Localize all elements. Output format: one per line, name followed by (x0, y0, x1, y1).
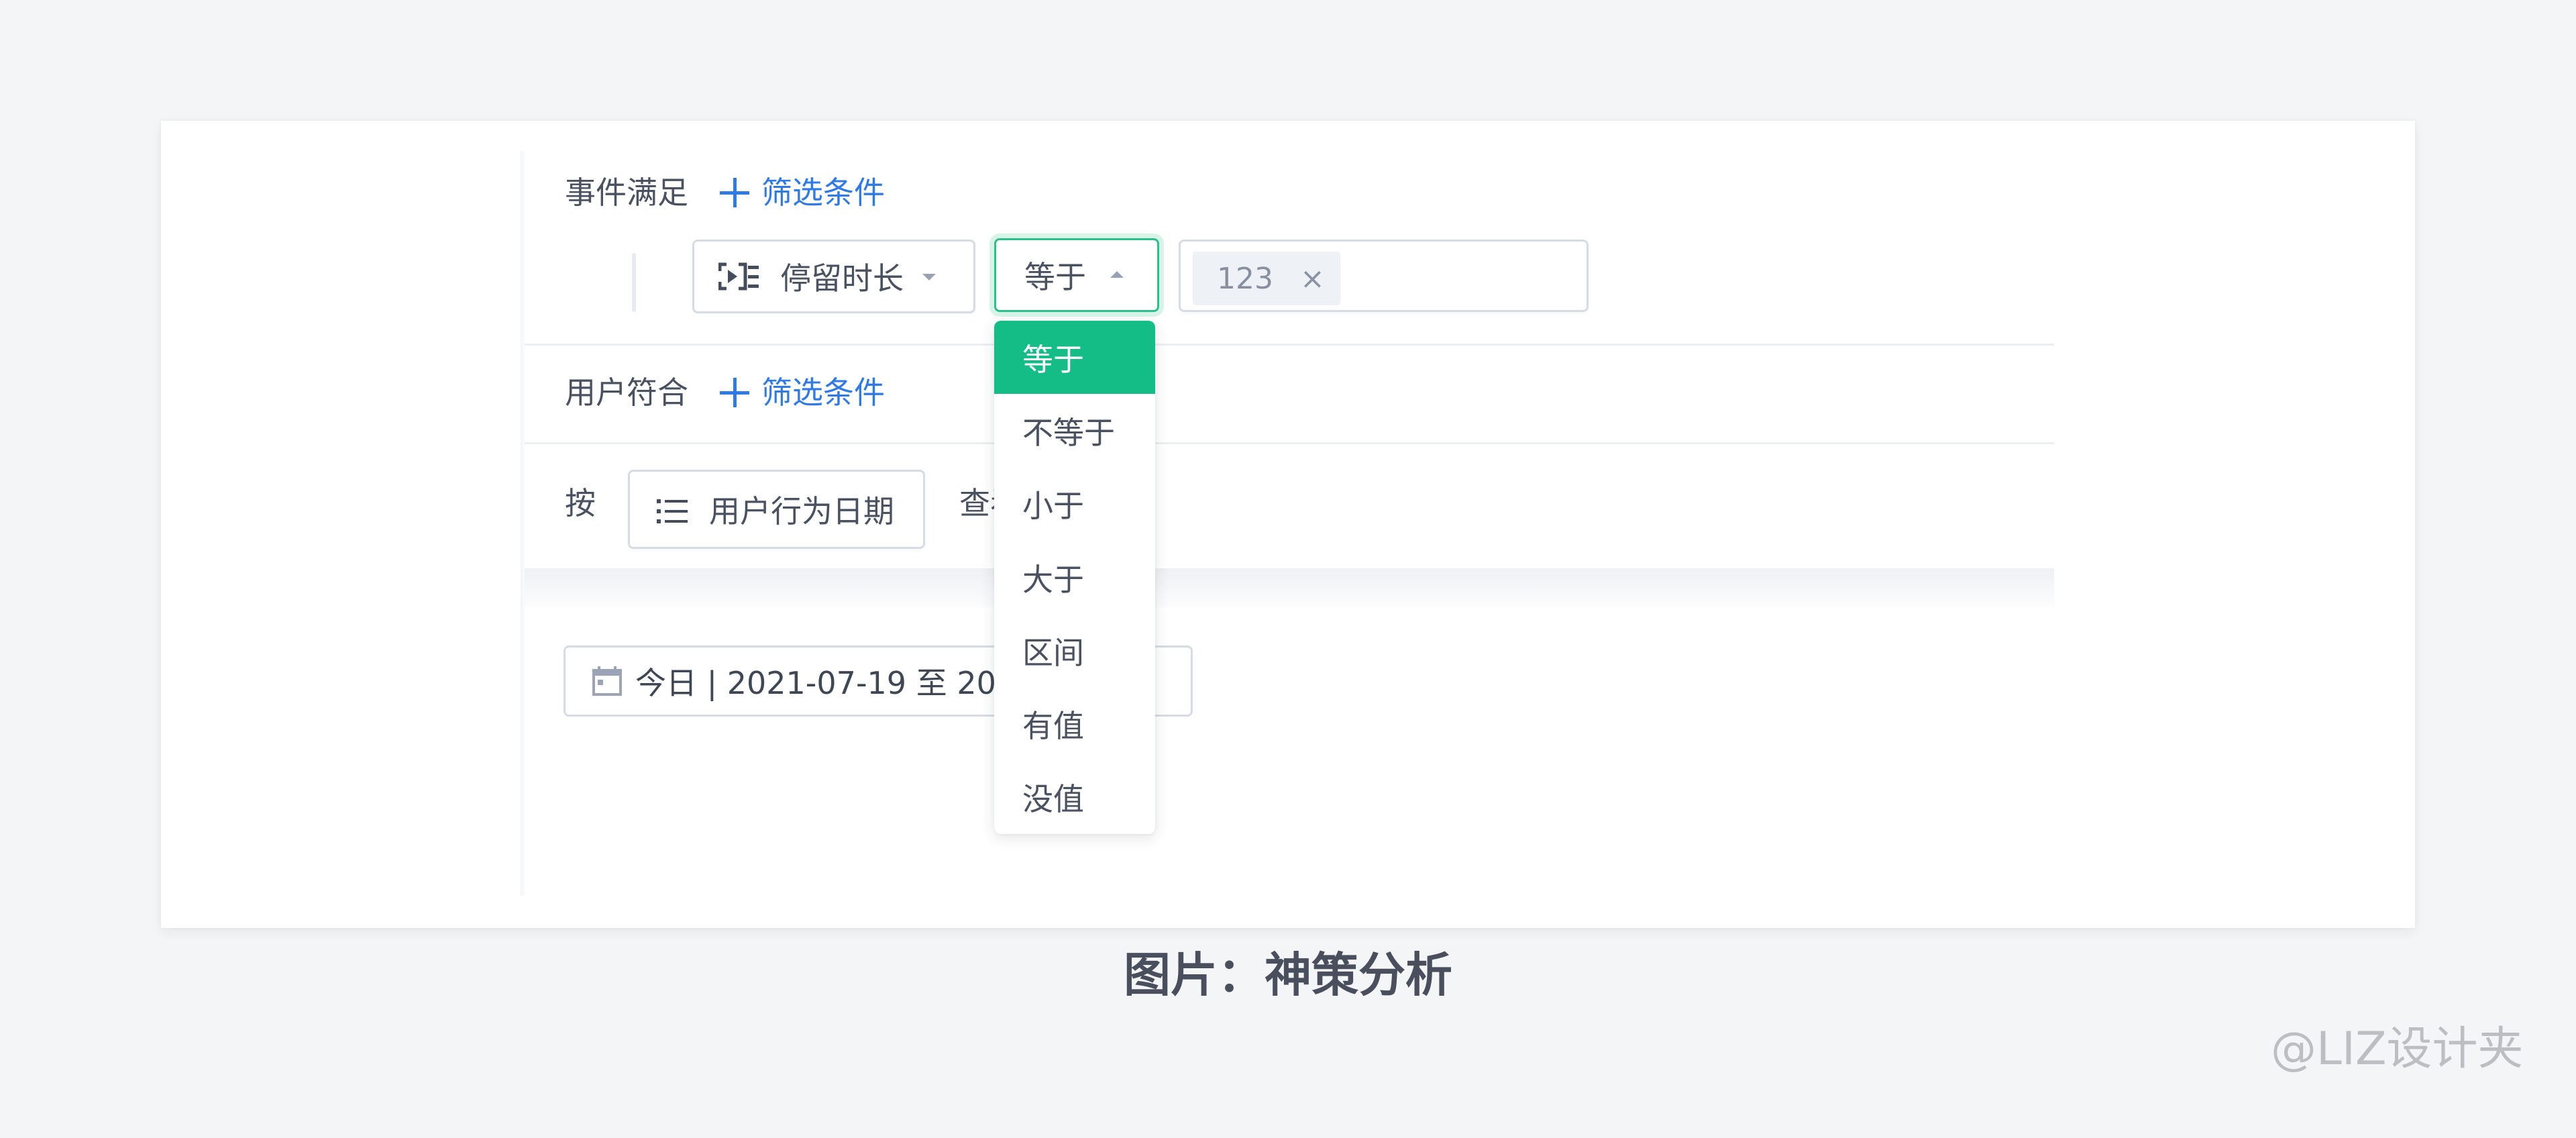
group-by-select[interactable]: 用户行为日期 (628, 470, 925, 549)
user-add-filter-button[interactable]: 筛选条件 (720, 377, 885, 408)
image-caption: 图片：神策分析 (1124, 947, 1452, 1002)
group-by-value: 用户行为日期 (709, 493, 894, 529)
value-tag: 123 × (1193, 252, 1340, 305)
plus-icon (720, 178, 749, 207)
dropdown-option-has-value[interactable]: 有值 (994, 687, 1155, 760)
row-divider (525, 344, 2054, 346)
watermark: @LIZ设计夹 (2271, 1023, 2524, 1076)
dropdown-option-range[interactable]: 区间 (994, 614, 1155, 687)
close-icon[interactable]: × (1300, 262, 1325, 296)
list-icon (657, 496, 689, 523)
group-by-label: 按 (565, 485, 596, 521)
operator-value: 等于 (1024, 259, 1086, 295)
user-add-filter-label: 筛选条件 (761, 374, 885, 411)
row-divider (525, 442, 2054, 444)
event-duration-icon (718, 262, 760, 291)
dropdown-option-greater-than[interactable]: 大于 (994, 541, 1155, 614)
event-filter-label: 事件满足 (565, 174, 688, 211)
dropdown-option-not-equal[interactable]: 不等于 (994, 394, 1155, 467)
filter-indent-bar (632, 253, 636, 312)
user-filter-label: 用户符合 (565, 374, 688, 411)
plus-icon (720, 378, 749, 407)
operator-select[interactable]: 等于 (994, 238, 1159, 312)
dropdown-option-less-than[interactable]: 小于 (994, 468, 1155, 541)
event-field-select[interactable]: 停留时长 (692, 240, 975, 313)
caret-up-icon (1110, 271, 1124, 278)
caret-down-icon (922, 274, 936, 280)
event-field-value: 停留时长 (780, 260, 904, 297)
operator-dropdown-menu: 等于 不等于 小于 大于 区间 有值 没值 (994, 321, 1155, 834)
event-add-filter-button[interactable]: 筛选条件 (720, 177, 885, 208)
dropdown-option-no-value[interactable]: 没值 (994, 761, 1155, 834)
section-separator (525, 568, 2054, 607)
dropdown-option-equal[interactable]: 等于 (994, 321, 1155, 395)
value-tag-label: 123 (1217, 261, 1273, 296)
value-tag-input[interactable]: 123 × (1179, 240, 1589, 312)
calendar-icon (592, 666, 622, 696)
panel-left-border (521, 151, 525, 896)
event-add-filter-label: 筛选条件 (761, 174, 885, 211)
